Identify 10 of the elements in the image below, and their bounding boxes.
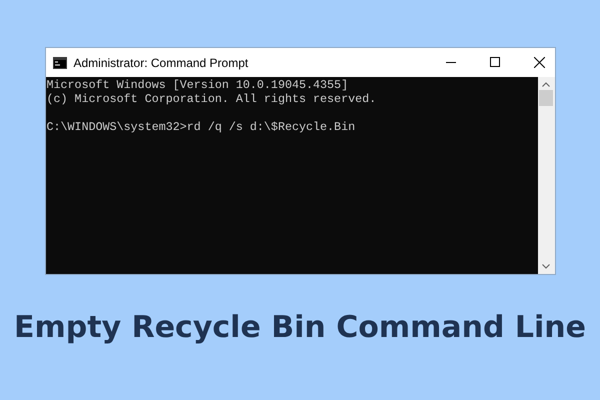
terminal-icon bbox=[52, 56, 66, 68]
scroll-bar[interactable] bbox=[538, 77, 554, 274]
caption-heading: Empty Recycle Bin Command Line bbox=[14, 310, 586, 345]
console-line: (c) Microsoft Corporation. All rights reserved. bbox=[46, 92, 376, 106]
console-line: Microsoft Windows [Version 10.0.19045.4355] bbox=[46, 78, 348, 92]
command-line: C:\WINDOWS\system32>rd /q /s d:\$Recycle.Bin bbox=[46, 120, 356, 134]
scroll-thumb[interactable] bbox=[539, 90, 553, 106]
maximize-icon[interactable] bbox=[490, 57, 500, 67]
close-icon[interactable] bbox=[534, 57, 544, 68]
window-title: Administrator: Command Prompt bbox=[74, 56, 250, 70]
